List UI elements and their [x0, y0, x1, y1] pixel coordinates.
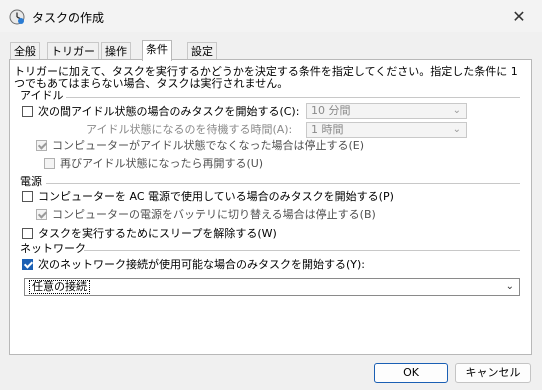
ac-power-only-checkbox[interactable] [22, 190, 33, 202]
tab-triggers[interactable]: トリガー [47, 42, 99, 60]
stop-on-battery-row: コンピューターの電源をバッテリに切り替える場合は停止する(B) [36, 206, 376, 222]
stop-on-battery-label[interactable]: コンピューターの電源をバッテリに切り替える場合は停止する(B) [52, 206, 376, 222]
ac-power-only-label[interactable]: コンピューターを AC 電源で使用している場合のみタスクを開始する(P) [38, 188, 394, 204]
stop-if-not-idle-label[interactable]: コンピューターがアイドル状態でなくなった場合は停止する(E) [52, 137, 364, 153]
wake-to-run-checkbox[interactable] [22, 227, 33, 239]
ok-button[interactable]: OK [374, 363, 448, 383]
network-group-label: ネットワーク [20, 242, 86, 255]
start-only-if-idle-checkbox[interactable] [22, 105, 33, 117]
wake-to-run-row: タスクを実行するためにスリープを解除する(W) [22, 225, 277, 241]
stop-if-not-idle-checkbox[interactable] [36, 139, 47, 151]
idle-group-label: アイドル [20, 89, 64, 102]
title-bar: タスクの作成 ✕ [0, 0, 542, 32]
idle-group-divider [66, 97, 520, 98]
network-only-checkbox[interactable] [22, 258, 33, 270]
tab-actions[interactable]: 操作 [101, 42, 131, 60]
wait-duration-combo: 1 時間 ⌄ [306, 122, 467, 138]
network-connection-value: 任意の接続 [29, 280, 90, 294]
wake-to-run-label[interactable]: タスクを実行するためにスリープを解除する(W) [38, 225, 277, 241]
wait-duration-label: アイドル状態になるのを待機する時間(A): [86, 123, 293, 136]
restart-if-idle-checkbox[interactable] [44, 157, 55, 169]
close-icon: ✕ [512, 6, 526, 26]
cancel-button[interactable]: キャンセル [455, 363, 531, 383]
wait-duration-value: 1 時間 [311, 123, 344, 136]
chevron-down-icon: ⌄ [452, 124, 461, 135]
ac-power-only-row: コンピューターを AC 電源で使用している場合のみタスクを開始する(P) [22, 188, 394, 204]
chevron-down-icon: ⌄ [452, 105, 461, 116]
power-group-label: 電源 [20, 175, 42, 188]
power-group-divider [46, 183, 520, 184]
network-connection-combo[interactable]: 任意の接続 ⌄ [24, 278, 520, 296]
wait-duration-row: アイドル状態になるのを待機する時間(A): [86, 121, 292, 137]
idle-duration-value: 10 分間 [311, 104, 351, 117]
stop-on-battery-checkbox[interactable] [36, 208, 47, 220]
tab-settings[interactable]: 設定 [187, 42, 217, 60]
task-scheduler-icon [9, 9, 25, 25]
network-only-row: 次のネットワーク接続が使用可能な場合のみタスクを開始する(Y): [22, 256, 365, 272]
window-title: タスクの作成 [32, 11, 105, 25]
close-button[interactable]: ✕ [496, 0, 542, 32]
network-group-divider [84, 250, 520, 251]
tab-general[interactable]: 全般 [10, 42, 40, 60]
start-only-if-idle-row: 次の間アイドル状態の場合のみタスクを開始する(C): [22, 103, 299, 119]
conditions-description: トリガーに加えて、タスクを実行するかどうかを決定する条件を指定してください。指定… [14, 65, 518, 90]
tab-conditions[interactable]: 条件 [142, 40, 172, 61]
restart-if-idle-row: 再びアイドル状態になったら再開する(U) [44, 155, 263, 171]
stop-if-not-idle-row: コンピューターがアイドル状態でなくなった場合は停止する(E) [36, 137, 364, 153]
restart-if-idle-label[interactable]: 再びアイドル状態になったら再開する(U) [60, 155, 263, 171]
network-only-label[interactable]: 次のネットワーク接続が使用可能な場合のみタスクを開始する(Y): [38, 256, 365, 272]
start-only-if-idle-label[interactable]: 次の間アイドル状態の場合のみタスクを開始する(C): [38, 103, 299, 119]
chevron-down-icon: ⌄ [505, 281, 514, 292]
idle-duration-combo: 10 分間 ⌄ [306, 103, 467, 119]
